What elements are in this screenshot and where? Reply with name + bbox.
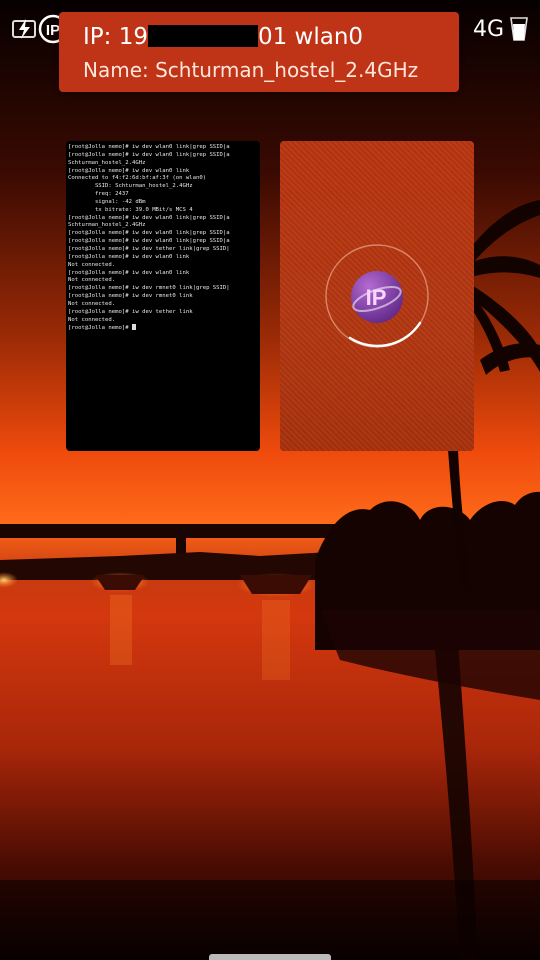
- charging-icon: [12, 19, 36, 39]
- terminal-line: [root@Jolla nemo]#: [66, 324, 260, 333]
- status-right: 4G: [473, 16, 528, 42]
- ip-suffix: 01 wlan0: [257, 24, 364, 50]
- terminal-output: [root@Jolla nemo]# iw dev wlan0 link|gre…: [66, 141, 260, 333]
- svg-text:IP: IP: [46, 22, 60, 39]
- battery-icon: [510, 17, 528, 41]
- terminal-line: Not connected.: [68, 261, 116, 268]
- terminal-line: [root@Jolla nemo]# iw dev tether link: [68, 308, 193, 315]
- terminal-line: Not connected.: [68, 277, 116, 284]
- terminal-line: Not connected.: [68, 300, 116, 307]
- terminal-line: [root@Jolla nemo]# iw dev rmnet0 link|gr…: [68, 285, 230, 292]
- terminal-line: signal: -42 dBm: [68, 198, 146, 205]
- terminal-line: Schturman_hostel_2.4GHz: [68, 222, 146, 229]
- terminal-line: Schturman_hostel_2.4GHz: [68, 159, 146, 166]
- ip-app-icon: IP: [351, 271, 403, 323]
- terminal-line: [root@Jolla nemo]# iw dev wlan0 link|gre…: [68, 214, 230, 221]
- terminal-line: [root@Jolla nemo]# iw dev wlan0 link|gre…: [68, 238, 230, 245]
- terminal-line: [root@Jolla nemo]# iw dev wlan0 link|gre…: [68, 230, 230, 237]
- terminal-line: [root@Jolla nemo]# iw dev wlan0 link|gre…: [68, 151, 230, 158]
- terminal-cursor: [132, 324, 136, 331]
- terminal-line: Connected to f4:f2:6d:bf:af:3f (on wlan0…: [68, 175, 207, 182]
- ip-app-icon-label: IP: [366, 285, 387, 310]
- terminal-cover[interactable]: [root@Jolla nemo]# iw dev wlan0 link|gre…: [66, 141, 260, 451]
- terminal-line: freq: 2437: [68, 191, 129, 198]
- terminal-line: [root@Jolla nemo]# iw dev wlan0 link|gre…: [68, 144, 230, 150]
- terminal-line: SSID: Schturman_hostel_2.4GHz: [68, 183, 193, 190]
- network-type: 4G: [472, 16, 504, 42]
- home-indicator[interactable]: [209, 954, 331, 960]
- terminal-line: [root@Jolla nemo]# iw dev rmnet0 link: [68, 293, 193, 300]
- ip-notification-banner[interactable]: IP: 19 01 wlan0 Name: Schturman_hostel_2.…: [59, 12, 459, 92]
- terminal-line: [root@Jolla nemo]# iw dev wlan0 link: [68, 253, 190, 260]
- terminal-line: [root@Jolla nemo]# iw dev wlan0 link: [68, 167, 190, 174]
- ip-prefix: IP: 19: [83, 24, 148, 50]
- redacted-block: [147, 25, 258, 47]
- ip-app-cover[interactable]: IP: [280, 141, 474, 451]
- notification-ip-line: IP: 19 01 wlan0: [83, 24, 363, 50]
- terminal-line: [root@Jolla nemo]# iw dev wlan0 link: [68, 269, 190, 276]
- terminal-line: tx bitrate: 39.0 MBit/s MCS 4: [68, 206, 193, 213]
- notification-name-line: Name: Schturman_hostel_2.4GHz: [83, 58, 419, 82]
- terminal-line: [root@Jolla nemo]# iw dev tether link|gr…: [68, 245, 230, 252]
- terminal-line: Not connected.: [68, 316, 116, 323]
